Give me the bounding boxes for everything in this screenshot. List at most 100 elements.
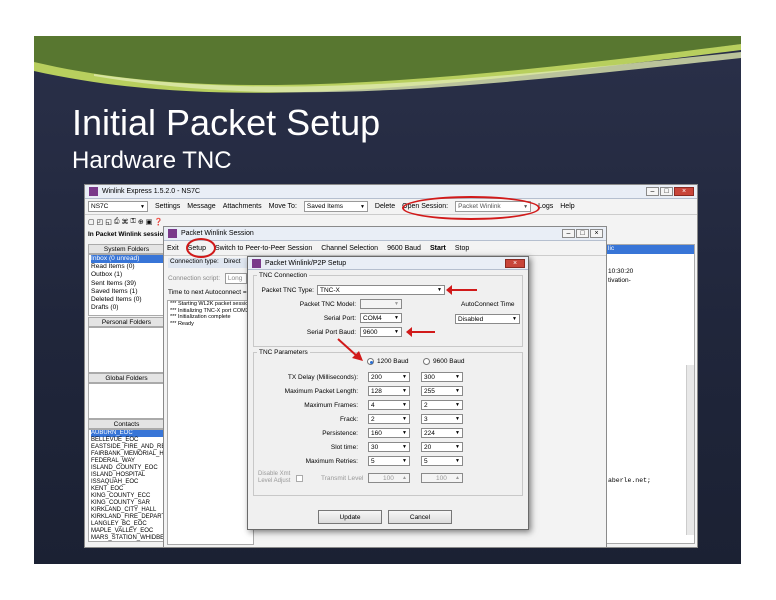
autoconnect-select[interactable]: Disabled ▼ xyxy=(455,314,520,324)
message-scrollbar[interactable] xyxy=(686,365,694,535)
contact-item[interactable]: KIRKLAND_CITY_HALL xyxy=(91,507,164,514)
maximize-icon[interactable]: □ xyxy=(660,187,673,196)
minimize-icon[interactable]: – xyxy=(646,187,659,196)
param-select-1200[interactable]: 128 ▼ xyxy=(368,386,410,396)
contact-item[interactable]: FAIRBANK_MEMORIAL_HC xyxy=(91,451,164,458)
reply-icon[interactable]: ◰ xyxy=(97,218,104,226)
contact-item[interactable]: LANGLEY_BC_EOC xyxy=(91,521,164,528)
dialog-titlebar: Packet Winlink/P2P Setup × xyxy=(248,257,528,270)
param-select-9600[interactable]: 2 ▼ xyxy=(421,400,463,410)
close-icon[interactable]: × xyxy=(674,187,694,196)
contact-item[interactable]: MAPLE_VALLEY_EOC xyxy=(91,528,164,535)
session-menu-baud[interactable]: 9600 Baud xyxy=(387,245,421,252)
menu-delete[interactable]: Delete xyxy=(375,203,395,210)
disable-xmit-label: Disable Xmt Level Adjust xyxy=(258,471,291,484)
help-icon[interactable]: ❓ xyxy=(154,218,163,226)
param-select-1200[interactable]: 5 ▼ xyxy=(368,456,410,466)
param-select-9600[interactable]: 5 ▼ xyxy=(421,456,463,466)
contact-item[interactable]: BELLEVUE_EOC xyxy=(91,437,164,444)
param-select-1200[interactable]: 160 ▼ xyxy=(368,428,410,438)
disable-xmit-checkbox[interactable] xyxy=(296,474,303,482)
menu-attachments[interactable]: Attachments xyxy=(223,203,262,210)
baud-1200-radio[interactable] xyxy=(367,358,374,365)
tnc-type-label: Packet TNC Type: xyxy=(261,286,314,294)
transmit-level-1200[interactable]: 100 ▲ xyxy=(368,473,410,483)
contact-item[interactable]: KING_COUNTY_SAR xyxy=(91,500,164,507)
param-select-1200[interactable]: 200 ▼ xyxy=(368,372,410,382)
cancel-button[interactable]: Cancel xyxy=(388,510,452,524)
menu-message[interactable]: Message xyxy=(187,203,215,210)
callsign-select[interactable]: NS7C ▼ xyxy=(88,201,148,212)
transmit-level-9600[interactable]: 100 ▲ xyxy=(421,473,463,483)
serial-port-select[interactable]: COM4 ▼ xyxy=(360,313,402,323)
folder-sent[interactable]: Sent Items (39) xyxy=(91,280,164,288)
folder-drafts[interactable]: Drafts (0) xyxy=(91,304,164,312)
address-icon[interactable]: ⚿ xyxy=(130,218,135,226)
contact-item[interactable]: EASTSIDE_FIRE_AND_RE xyxy=(91,444,164,451)
session-menu-stop[interactable]: Stop xyxy=(455,245,469,252)
session-menu-p2p[interactable]: Switch to Peer-to-Peer Session xyxy=(215,245,312,252)
param-select-9600[interactable]: 20 ▼ xyxy=(421,442,463,452)
serial-baud-label: Serial Port Baud: xyxy=(306,328,356,336)
move-to-value: Saved Items xyxy=(306,203,344,210)
session-menu-start[interactable]: Start xyxy=(430,245,446,252)
dropdown-icon: ▼ xyxy=(455,444,460,450)
dropdown-icon: ▼ xyxy=(402,444,407,450)
save-icon[interactable]: ▣ xyxy=(146,218,153,226)
winlink-logo-icon xyxy=(89,187,98,196)
dialog-title: Packet Winlink/P2P Setup xyxy=(265,259,347,267)
param-select-1200[interactable]: 2 ▼ xyxy=(368,414,410,424)
session-log: *** Starting WL2K packet session *** Ini… xyxy=(167,300,254,545)
session-maximize-icon[interactable]: □ xyxy=(576,229,589,238)
param-select-1200[interactable]: 30 ▼ xyxy=(368,442,410,452)
param-select-9600[interactable]: 255 ▼ xyxy=(421,386,463,396)
menu-settings[interactable]: Settings xyxy=(155,203,180,210)
dialog-close-icon[interactable]: × xyxy=(505,259,525,268)
session-window-title: Packet Winlink Session xyxy=(181,230,254,237)
tnc-type-select[interactable]: TNC-X ▼ xyxy=(317,285,445,295)
print-icon[interactable]: ⎙ xyxy=(114,218,120,226)
setup-highlight xyxy=(186,238,216,258)
contact-item[interactable]: MARS_STATION_WHIDBE xyxy=(91,535,164,541)
menu-help[interactable]: Help xyxy=(560,203,574,210)
contact-item[interactable]: ISLAND_COUNTY_EOC xyxy=(91,465,164,472)
tnc-connection-title: TNC Connection xyxy=(257,272,310,279)
move-to-select[interactable]: Saved Items ▼ xyxy=(303,201,368,212)
forward-icon[interactable]: ◱ xyxy=(105,218,112,226)
param-select-9600[interactable]: 224 ▼ xyxy=(421,428,463,438)
menu-logs[interactable]: Logs xyxy=(538,203,553,210)
contact-item[interactable]: KENT_EOC xyxy=(91,486,164,493)
new-message-icon[interactable]: ▢ xyxy=(88,218,95,226)
param-select-9600[interactable]: 3 ▼ xyxy=(421,414,463,424)
folder-deleted[interactable]: Deleted Items (0) xyxy=(91,296,164,304)
dropdown-icon: ▼ xyxy=(455,374,460,380)
serial-baud-select[interactable]: 9600 ▼ xyxy=(360,327,402,337)
session-icon[interactable]: ⊕ xyxy=(138,218,144,226)
baud-9600-radio[interactable] xyxy=(423,358,430,365)
message-row-selected[interactable]: lic xyxy=(606,245,694,254)
tnc-model-select[interactable]: ▼ xyxy=(360,299,402,309)
session-menu-channel[interactable]: Channel Selection xyxy=(321,245,378,252)
param-value: 2 xyxy=(424,401,428,409)
folder-read[interactable]: Read Items (0) xyxy=(91,263,164,271)
session-menu-exit[interactable]: Exit xyxy=(167,245,179,252)
contact-item[interactable]: ISLAND_HOSPITAL xyxy=(91,472,164,479)
update-button[interactable]: Update xyxy=(318,510,382,524)
contact-item[interactable]: AUBURN_EOC xyxy=(91,430,164,437)
contact-item[interactable]: KING_COUNTY_ECC xyxy=(91,493,164,500)
tnc-parameters-title: TNC Parameters xyxy=(257,349,310,356)
contact-item[interactable]: FEDERAL_WAY xyxy=(91,458,164,465)
folder-saved[interactable]: Saved Items (1) xyxy=(91,288,164,296)
session-close-icon[interactable]: × xyxy=(590,229,603,238)
param-select-9600[interactable]: 300 ▼ xyxy=(421,372,463,382)
setup-dialog: Packet Winlink/P2P Setup × TNC Connectio… xyxy=(247,256,529,530)
contact-item[interactable]: ISSAQUAH_EOC xyxy=(91,479,164,486)
connection-script-select[interactable]: Long xyxy=(224,273,247,284)
param-select-1200[interactable]: 4 ▼ xyxy=(368,400,410,410)
session-minimize-icon[interactable]: – xyxy=(562,229,575,238)
attach-icon[interactable]: ⌘ xyxy=(121,218,128,226)
folder-inbox[interactable]: Inbox (0 unread) xyxy=(91,255,164,264)
contact-item[interactable]: KIRKLAND_FIRE_DEPARTI xyxy=(91,514,164,521)
param-value: 2 xyxy=(371,415,375,423)
folder-outbox[interactable]: Outbox (1) xyxy=(91,271,164,279)
